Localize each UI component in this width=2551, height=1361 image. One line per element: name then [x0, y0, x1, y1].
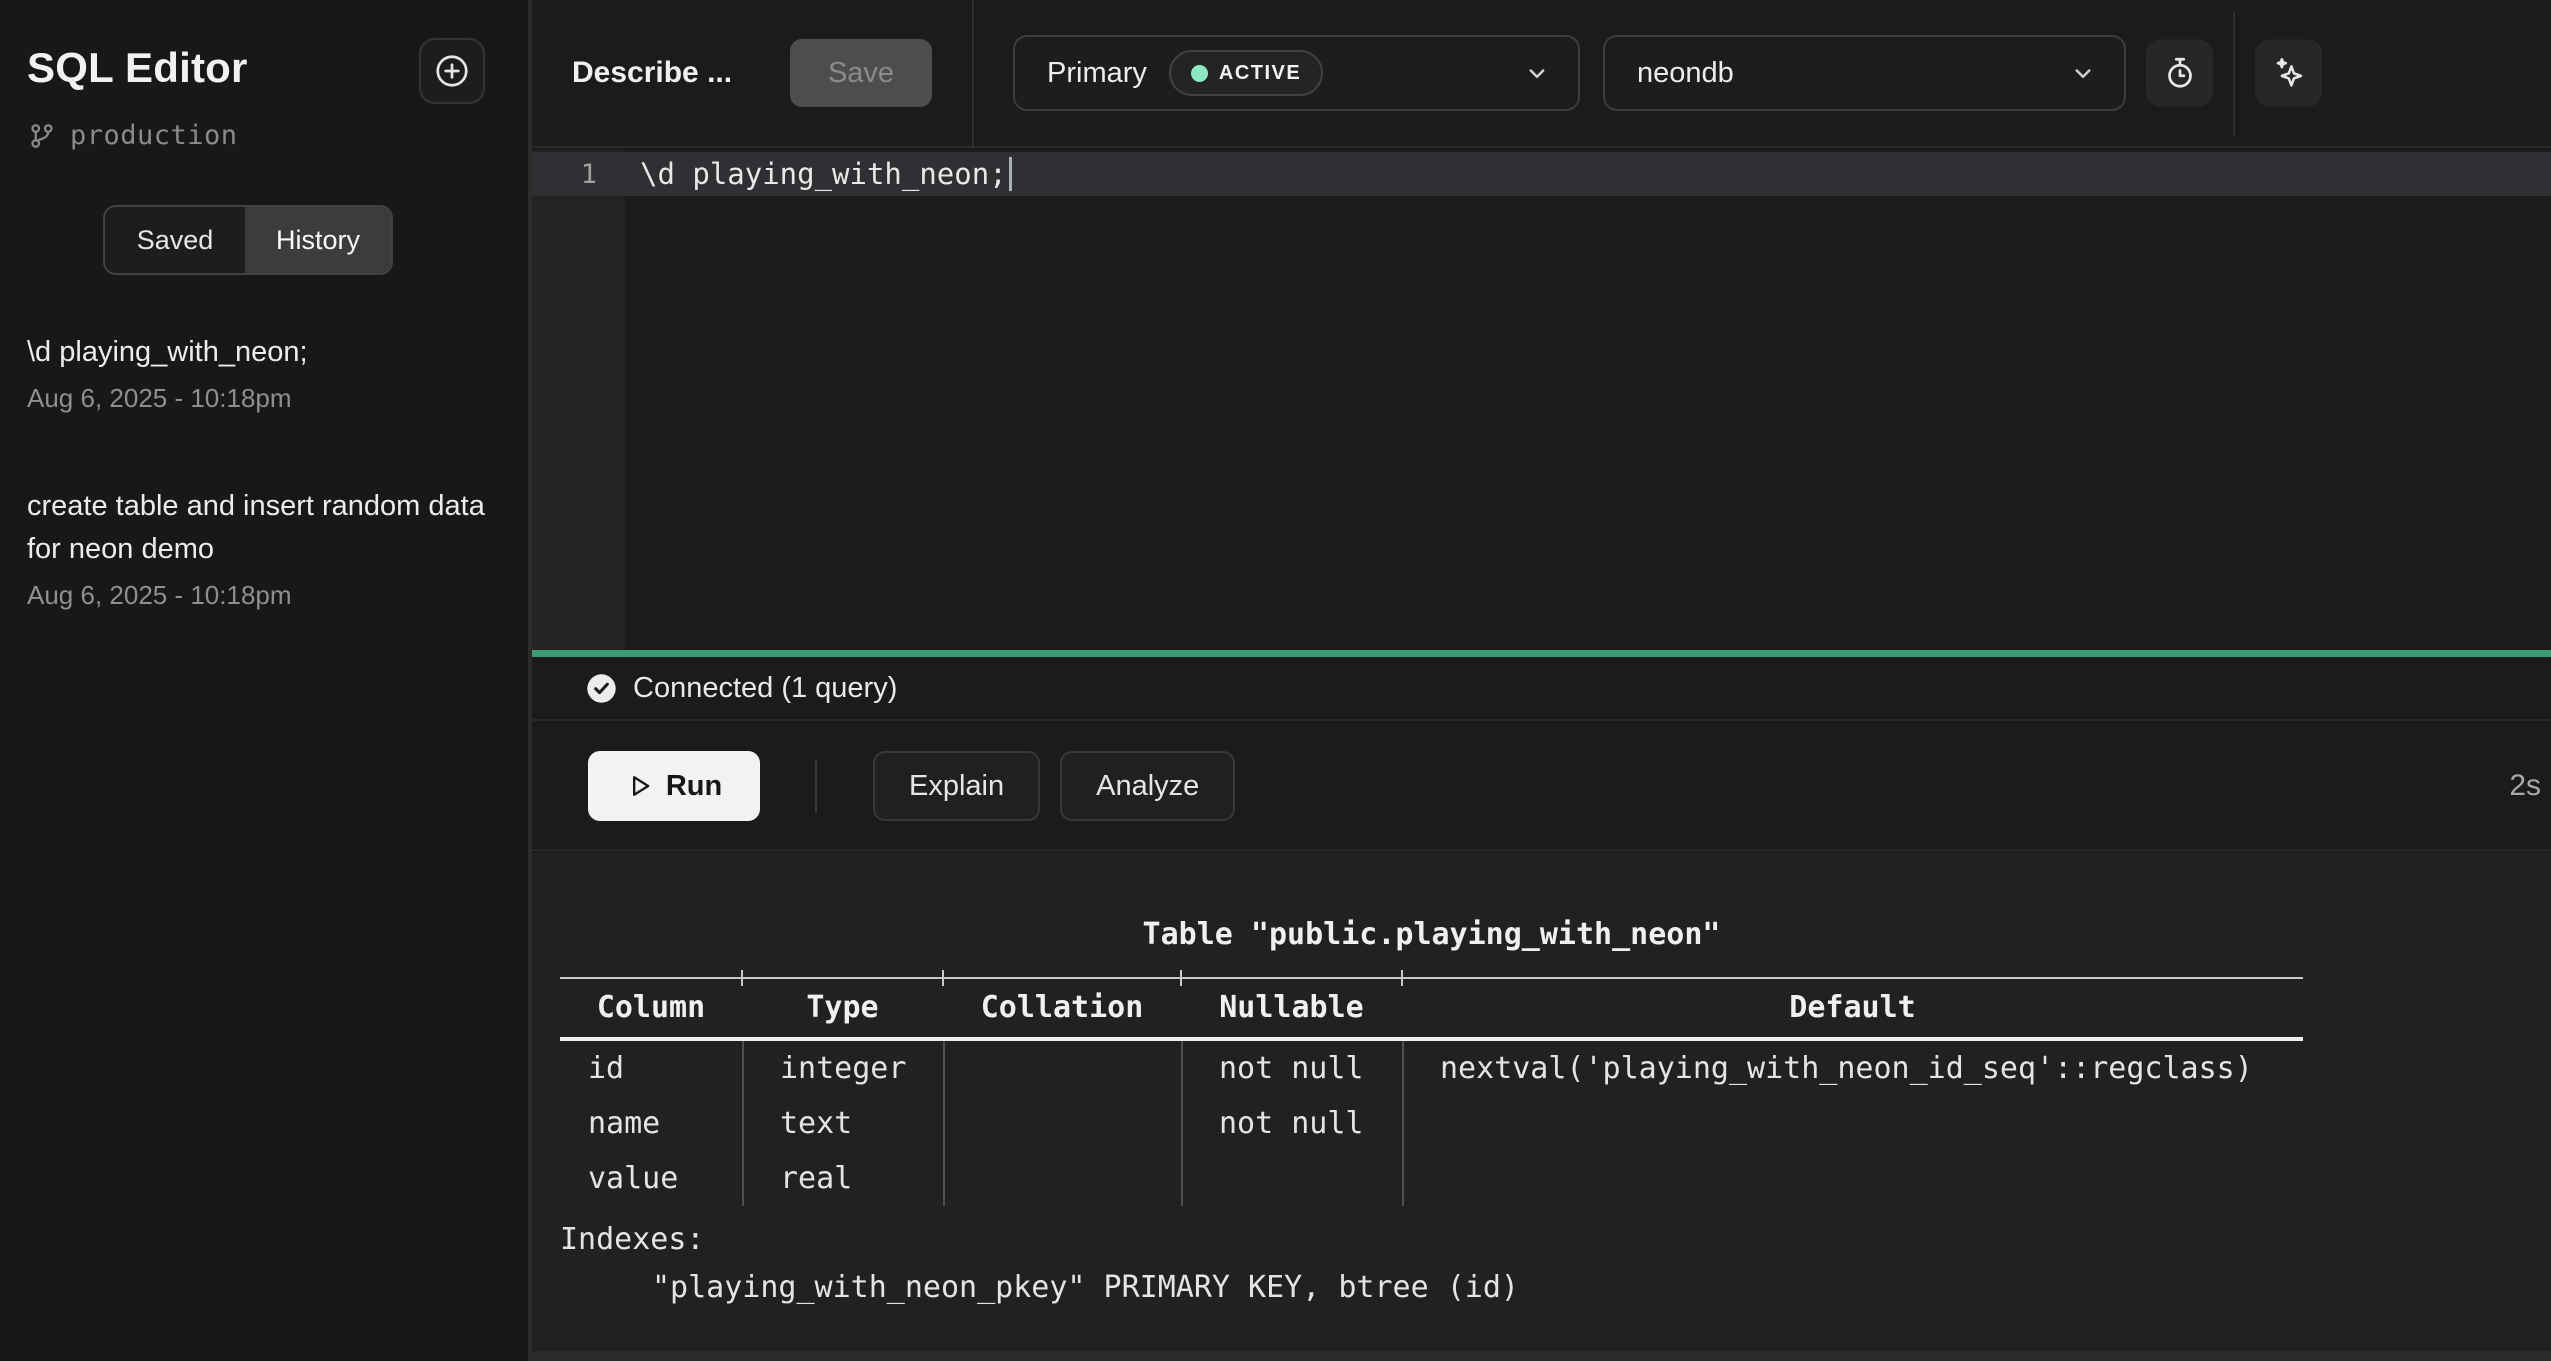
cell-default: nextval('playing_with_neon_id_seq'::regc… — [1402, 1041, 2303, 1096]
result-table: Column Type Collation Nullable Default i… — [560, 977, 2303, 1206]
column-header: Collation — [943, 979, 1181, 1037]
cell-column: value — [560, 1151, 742, 1206]
sql-code-editor[interactable]: 1 \d playing_with_neon; — [532, 150, 2551, 650]
table-row: value real — [560, 1151, 2303, 1206]
connection-statusbar: Connected (1 query) — [532, 657, 2551, 721]
history-timestamp: Aug 6, 2025 - 10:18pm — [27, 578, 498, 612]
explain-button[interactable]: Explain — [873, 751, 1040, 821]
chevron-down-icon — [2068, 58, 2098, 88]
sidebar: SQL Editor production Saved History \d p… — [0, 0, 528, 1361]
column-header: Column — [560, 979, 742, 1037]
indexes-label: Indexes: — [560, 1216, 2551, 1264]
play-icon — [626, 772, 654, 800]
index-definition: "playing_with_neon_pkey" PRIMARY KEY, bt… — [560, 1264, 2551, 1312]
chevron-down-icon — [1522, 58, 1552, 88]
line-number-gutter — [532, 150, 625, 650]
history-list: \d playing_with_neon; Aug 6, 2025 - 10:1… — [0, 275, 528, 612]
tab-history[interactable]: History — [245, 207, 391, 273]
active-dot-icon — [1191, 65, 1208, 82]
table-row: name text not null — [560, 1096, 2303, 1151]
cell-column: name — [560, 1096, 742, 1151]
query-duration: 2s — [2509, 769, 2541, 803]
tab-saved[interactable]: Saved — [105, 207, 245, 273]
text-cursor — [1009, 157, 1012, 191]
actionbar-divider — [815, 760, 817, 812]
new-query-button[interactable] — [419, 38, 485, 104]
cell-nullable — [1181, 1151, 1402, 1206]
saved-history-toggle: Saved History — [103, 205, 393, 275]
toolbar-divider — [972, 0, 974, 148]
git-branch-icon — [27, 121, 57, 151]
page-title: SQL Editor — [27, 38, 248, 92]
history-timestamp: Aug 6, 2025 - 10:18pm — [27, 381, 498, 415]
cell-nullable: not null — [1181, 1096, 1402, 1151]
plus-circle-icon — [433, 52, 471, 90]
psql-output: Table "public.playing_with_neon" Column … — [532, 853, 2551, 1312]
sidebar-header: SQL Editor — [0, 0, 528, 104]
cell-nullable: not null — [1181, 1041, 1402, 1096]
editor-results-resize-handle[interactable] — [532, 650, 2551, 657]
cell-collation — [943, 1096, 1181, 1151]
cell-type: real — [742, 1151, 943, 1206]
database-select-value: neondb — [1637, 57, 1734, 90]
branch-select-value: Primary — [1047, 57, 1147, 90]
main-pane: Describe ... Save Primary ACTIVE neondb — [532, 0, 2551, 1361]
column-header: Type — [742, 979, 943, 1037]
branch-name: production — [70, 120, 238, 151]
query-timing-button[interactable] — [2146, 40, 2213, 107]
connection-status-text: Connected (1 query) — [633, 672, 897, 705]
column-header: Default — [1402, 979, 2303, 1037]
cell-collation — [943, 1041, 1181, 1096]
cell-default — [1402, 1151, 2303, 1206]
stopwatch-icon — [2162, 55, 2198, 91]
branch-indicator: production — [0, 104, 528, 151]
save-button[interactable]: Save — [790, 39, 932, 107]
code-line[interactable]: 1 \d playing_with_neon; — [532, 152, 2551, 196]
horizontal-scrollbar[interactable] — [532, 1351, 2551, 1361]
cell-collation — [943, 1151, 1181, 1206]
check-circle-icon — [586, 673, 617, 704]
history-query: \d playing_with_neon; — [27, 331, 498, 374]
toolbar-divider — [2233, 12, 2235, 136]
run-button[interactable]: Run — [588, 751, 760, 821]
result-table-header: Column Type Collation Nullable Default — [560, 977, 2303, 1041]
cell-type: text — [742, 1096, 943, 1151]
cell-type: integer — [742, 1041, 943, 1096]
cell-column: id — [560, 1041, 742, 1096]
column-header: Nullable — [1181, 979, 1402, 1037]
history-item[interactable]: \d playing_with_neon; Aug 6, 2025 - 10:1… — [27, 331, 498, 415]
sparkle-icon — [2270, 54, 2308, 92]
column-junction-tick — [1180, 970, 1182, 986]
column-junction-tick — [942, 970, 944, 986]
cell-default — [1402, 1096, 2303, 1151]
ai-assist-button[interactable] — [2255, 40, 2322, 107]
editor-toolbar: Describe ... Save Primary ACTIVE neondb — [532, 0, 2551, 148]
query-title[interactable]: Describe ... — [572, 56, 732, 90]
line-number: 1 — [532, 159, 625, 190]
code-text: \d playing_with_neon; — [625, 157, 1007, 191]
result-table-title: Table "public.playing_with_neon" — [560, 911, 2303, 959]
analyze-button[interactable]: Analyze — [1060, 751, 1235, 821]
column-junction-tick — [741, 970, 743, 986]
query-actionbar: Run Explain Analyze 2s — [532, 723, 2551, 851]
table-row: id integer not null nextval('playing_wit… — [560, 1041, 2303, 1096]
status-badge: ACTIVE — [1169, 50, 1323, 96]
history-item[interactable]: create table and insert random data for … — [27, 485, 498, 612]
database-select[interactable]: neondb — [1603, 35, 2126, 111]
branch-select[interactable]: Primary ACTIVE — [1013, 35, 1580, 111]
column-junction-tick — [1401, 970, 1403, 986]
results-panel: Table "public.playing_with_neon" Column … — [532, 853, 2551, 1351]
history-query: create table and insert random data for … — [27, 485, 498, 571]
